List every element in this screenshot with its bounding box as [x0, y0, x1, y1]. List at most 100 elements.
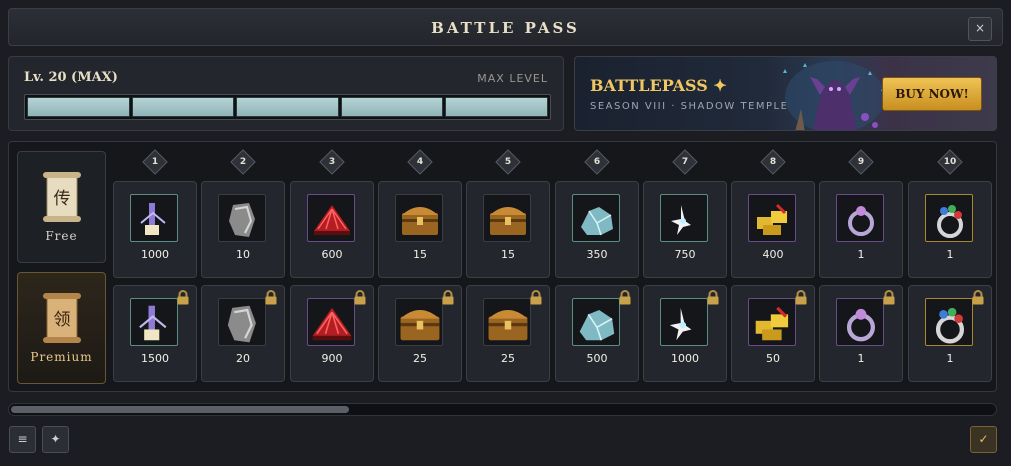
svg-text:领: 领	[54, 310, 71, 330]
free-track-label: 传 Free	[17, 151, 106, 263]
level-progress-bar	[24, 94, 551, 120]
reward-quantity: 1	[946, 352, 954, 365]
spark-icon	[660, 298, 708, 346]
premium-reward-cell[interactable]: 500	[555, 285, 639, 382]
window-title: BATTLE PASS	[431, 19, 580, 37]
shard-icon	[130, 194, 178, 242]
banner-title: BATTLEPASS ✦	[590, 76, 727, 95]
level-panel: Lv. 20 (MAX) MAX LEVEL	[8, 56, 564, 131]
reward-quantity: 25	[413, 352, 427, 365]
free-reward-cell[interactable]: 1000	[113, 181, 197, 278]
premium-scroll-icon: 领	[43, 293, 81, 343]
progress-segment	[340, 97, 444, 117]
chest-icon	[483, 194, 531, 242]
reward-quantity: 400	[762, 248, 784, 261]
reward-quantity: 10	[236, 248, 250, 261]
ring-icon	[836, 194, 884, 242]
free-reward-cell[interactable]: 15	[378, 181, 462, 278]
level-number: 5	[504, 157, 512, 167]
free-reward-cell[interactable]: 350	[555, 181, 639, 278]
star-button[interactable]: ✦	[42, 426, 69, 453]
level-number: 4	[416, 157, 424, 167]
premium-reward-cell[interactable]: 1	[908, 285, 992, 382]
premium-reward-cell[interactable]: 1000	[643, 285, 727, 382]
reward-quantity: 500	[586, 352, 608, 365]
premium-reward-cell[interactable]: 25	[378, 285, 462, 382]
gem-ring-icon	[925, 298, 973, 346]
progress-segment	[131, 97, 235, 117]
level-number: 7	[681, 157, 689, 167]
reward-quantity: 1000	[141, 248, 169, 261]
battlepass-banner: BATTLEPASS ✦ SEASON VIII · SHADOW TEMPLE…	[574, 56, 997, 131]
level-number: 1	[151, 157, 159, 167]
reward-quantity: 50	[766, 352, 780, 365]
confirm-button[interactable]: ✓	[970, 426, 997, 453]
title-bar: BATTLE PASS ×	[8, 8, 1003, 46]
premium-reward-cell[interactable]: 1500	[113, 285, 197, 382]
gem-ring-icon	[925, 194, 973, 242]
reward-quantity: 1	[857, 248, 865, 261]
level-number: 10	[943, 157, 957, 167]
reward-quantity: 1500	[141, 352, 169, 365]
gold-icon	[748, 194, 796, 242]
reward-quantity: 1	[946, 248, 954, 261]
free-reward-cell[interactable]: 15	[466, 181, 550, 278]
free-scroll-icon: 传	[43, 172, 81, 222]
level-number: 8	[769, 157, 777, 167]
banner-subtitle: SEASON VIII · SHADOW TEMPLE	[590, 101, 789, 112]
chest-icon	[395, 194, 443, 242]
reward-quantity: 600	[321, 248, 343, 261]
reward-quantity: 25	[501, 352, 515, 365]
chest-icon	[395, 298, 443, 346]
reward-quantity: 350	[586, 248, 608, 261]
reward-quantity: 15	[413, 248, 427, 261]
premium-reward-cell[interactable]: 1	[819, 285, 903, 382]
menu-button[interactable]: ≡	[9, 426, 36, 453]
level-number: 2	[239, 157, 247, 167]
premium-reward-cell[interactable]: 25	[466, 285, 550, 382]
scrollbar-thumb[interactable]	[11, 406, 349, 413]
premium-label: Premium	[30, 350, 93, 364]
progress-segment	[27, 97, 130, 117]
crystal-icon	[572, 194, 620, 242]
free-reward-cell[interactable]: 10	[201, 181, 285, 278]
level-label: Lv. 20 (MAX)	[24, 70, 118, 85]
level-number: 6	[593, 157, 601, 167]
free-reward-cell[interactable]: 400	[731, 181, 815, 278]
gold-icon	[748, 298, 796, 346]
free-label: Free	[45, 229, 78, 243]
ore-icon	[218, 298, 266, 346]
horizontal-scrollbar[interactable]	[8, 403, 997, 416]
reward-track: 传 Free 领 Premium 1 1000 1500 2 10 20 3 600 900 4 1…	[8, 141, 997, 392]
reward-quantity: 900	[321, 352, 343, 365]
reward-quantity: 1000	[671, 352, 699, 365]
demon-artwork-icon	[783, 61, 885, 130]
red-fan-icon	[307, 298, 355, 346]
premium-reward-cell[interactable]: 900	[290, 285, 374, 382]
spark-icon	[660, 194, 708, 242]
max-level-label: MAX LEVEL	[477, 72, 548, 85]
reward-quantity: 750	[674, 248, 696, 261]
premium-reward-cell[interactable]: 50	[731, 285, 815, 382]
ore-icon	[218, 194, 266, 242]
free-reward-cell[interactable]: 600	[290, 181, 374, 278]
ring-icon	[836, 298, 884, 346]
free-reward-cell[interactable]: 1	[908, 181, 992, 278]
free-reward-cell[interactable]: 1	[819, 181, 903, 278]
level-number: 3	[328, 157, 336, 167]
buy-now-button[interactable]: BUY NOW!	[882, 77, 982, 111]
progress-segment	[236, 97, 339, 117]
close-button[interactable]: ×	[968, 17, 992, 41]
reward-quantity: 20	[236, 352, 250, 365]
shard-icon	[130, 298, 178, 346]
reward-quantity: 15	[501, 248, 515, 261]
premium-track-label: 领 Premium	[17, 272, 106, 384]
free-reward-cell[interactable]: 750	[643, 181, 727, 278]
reward-quantity: 1	[857, 352, 865, 365]
red-fan-icon	[307, 194, 355, 242]
svg-text:传: 传	[54, 189, 71, 209]
crystal-icon	[572, 298, 620, 346]
progress-segment	[445, 97, 548, 117]
level-number: 9	[857, 157, 865, 167]
premium-reward-cell[interactable]: 20	[201, 285, 285, 382]
